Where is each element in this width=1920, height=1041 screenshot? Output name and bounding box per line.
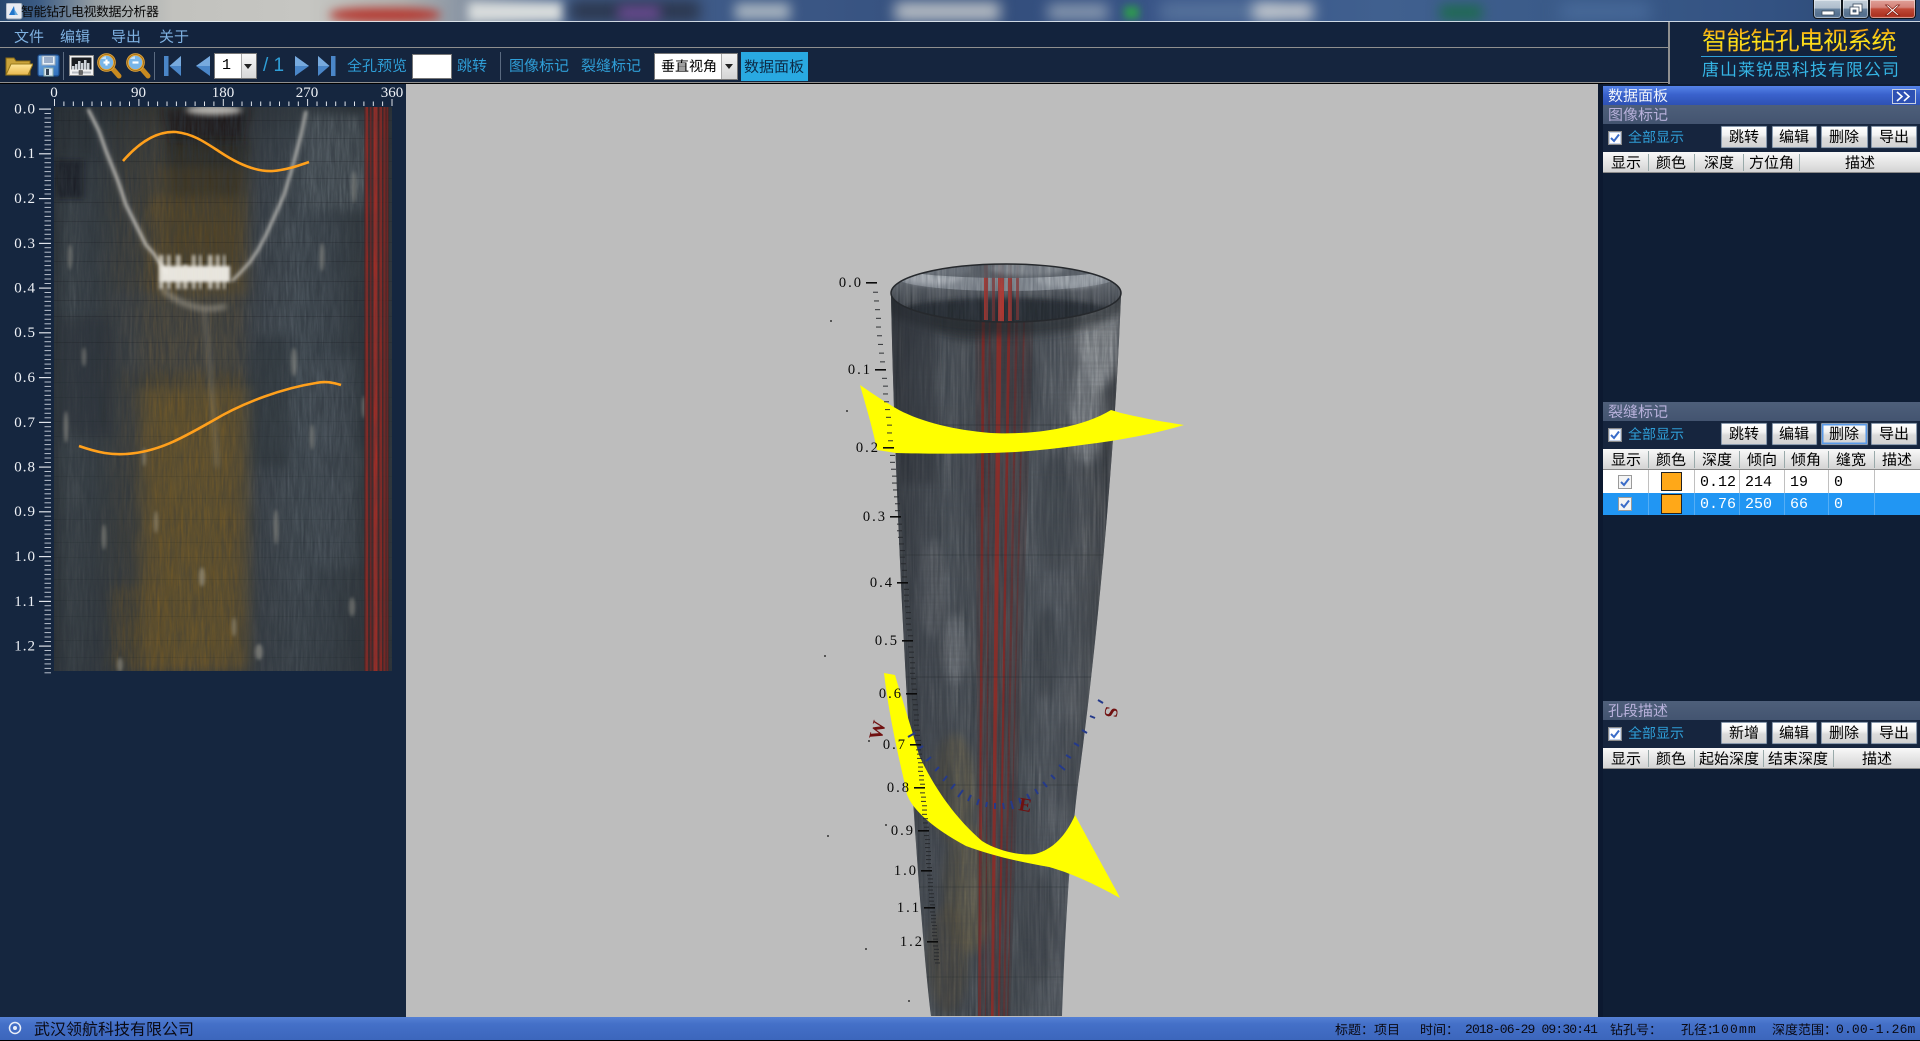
svg-text:0.1: 0.1 [14, 146, 36, 162]
svg-text:1.1: 1.1 [897, 900, 921, 916]
svg-text:0.8: 0.8 [887, 780, 911, 796]
svg-text:0.6: 0.6 [879, 686, 903, 702]
svg-text:0.3: 0.3 [14, 236, 36, 252]
svg-text:0.7: 0.7 [14, 415, 36, 431]
svg-text:0.8: 0.8 [14, 460, 36, 476]
svg-text:1.2: 1.2 [14, 639, 36, 655]
svg-text:0.9: 0.9 [891, 823, 915, 839]
svg-text:0.5: 0.5 [875, 633, 899, 649]
svg-text:1.0: 1.0 [894, 863, 918, 879]
svg-text:1.0: 1.0 [14, 549, 36, 565]
svg-text:0.9: 0.9 [14, 504, 36, 520]
svg-text:0.0: 0.0 [839, 275, 863, 291]
svg-text:0.5: 0.5 [14, 325, 36, 341]
svg-text:0.4: 0.4 [14, 281, 36, 297]
svg-text:1.2: 1.2 [900, 934, 924, 950]
svg-text:0.2: 0.2 [14, 191, 36, 207]
svg-text:1.1: 1.1 [14, 594, 36, 610]
svg-text:0.0: 0.0 [14, 102, 36, 118]
svg-text:0.6: 0.6 [14, 370, 36, 386]
svg-text:0.1: 0.1 [848, 362, 872, 378]
svg-text:0.2: 0.2 [856, 440, 880, 456]
svg-text:0.4: 0.4 [870, 575, 894, 591]
svg-text:0.3: 0.3 [863, 509, 887, 525]
svg-text:0.7: 0.7 [883, 737, 907, 753]
